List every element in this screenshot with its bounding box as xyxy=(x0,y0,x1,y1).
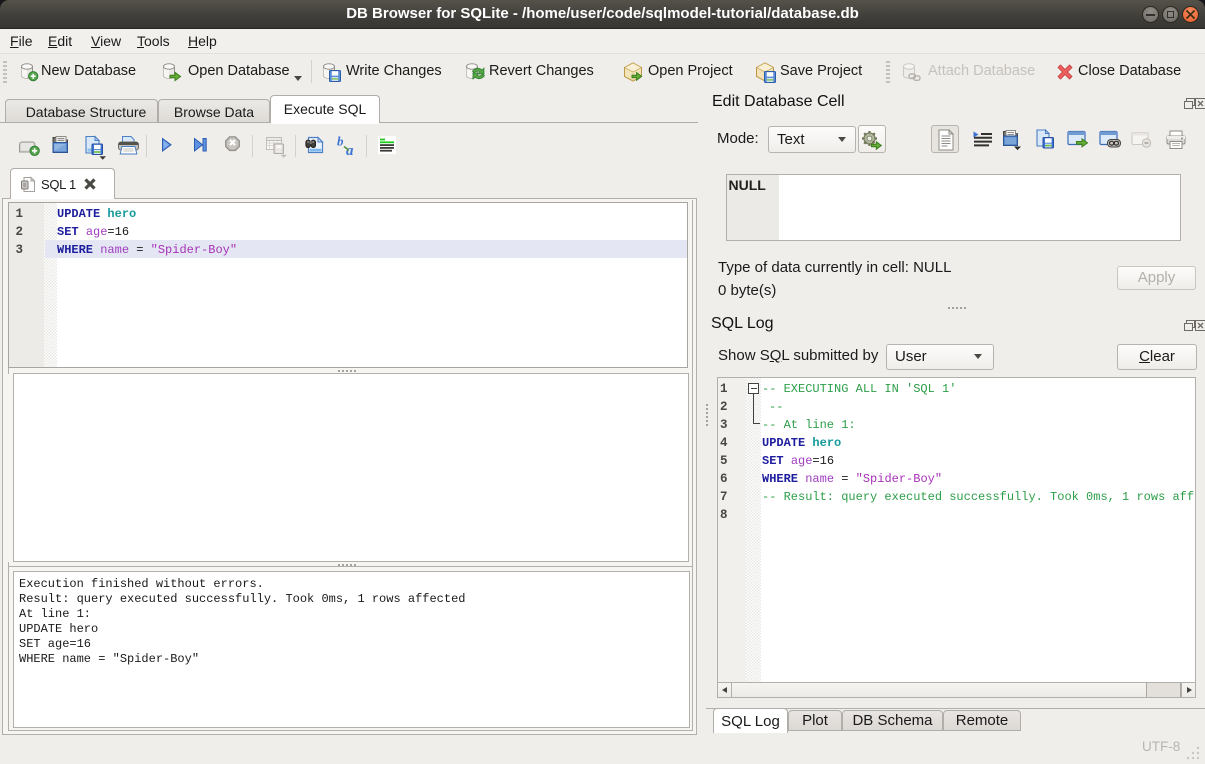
svg-text:b: b xyxy=(337,134,344,149)
svg-text:a: a xyxy=(346,143,354,159)
